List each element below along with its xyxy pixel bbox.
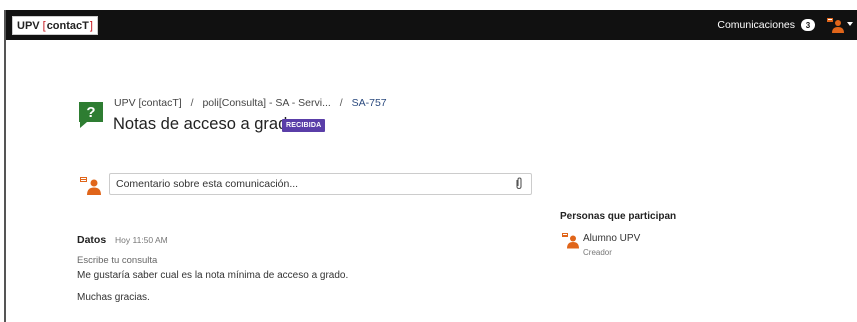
breadcrumb-separator: / <box>190 97 194 109</box>
paperclip-icon[interactable] <box>514 177 524 190</box>
participant-role: Creador <box>583 248 612 257</box>
comment-input[interactable] <box>109 173 532 195</box>
top-bar: UPV [ contacT ] Comunicaciones 3 <box>6 10 857 40</box>
message-time: Hoy 11:50 AM <box>115 235 168 245</box>
communications-link[interactable]: Comunicaciones <box>717 19 795 31</box>
communications-count-badge[interactable]: 3 <box>801 19 815 31</box>
svg-text:?: ? <box>86 104 95 121</box>
participants-title: Personas que participan <box>560 211 677 222</box>
message-author: Datos <box>77 234 107 246</box>
logo-bracket-close: ] <box>89 19 93 32</box>
question-icon: ? <box>79 102 103 128</box>
status-badge: RECIBIDA <box>282 119 326 132</box>
logo-upv: UPV <box>17 19 40 32</box>
app-frame: UPV [ contacT ] Comunicaciones 3 ? UPV [… <box>4 10 857 322</box>
logo[interactable]: UPV [ contacT ] <box>12 16 98 35</box>
breadcrumb-item[interactable]: UPV [contacT] <box>114 97 182 109</box>
participant-name[interactable]: Alumno UPV <box>583 233 640 244</box>
breadcrumb: UPV [contacT] / poli[Consulta] - SA - Se… <box>114 97 387 109</box>
page-title: Notas de acceso a grado <box>113 115 297 133</box>
breadcrumb-item-current[interactable]: SA-757 <box>352 97 387 109</box>
user-icon <box>562 233 579 249</box>
message-body-line: Me gustaría saber cual es la nota mínima… <box>77 270 349 281</box>
caret-down-icon[interactable] <box>847 22 853 26</box>
user-icon <box>80 177 101 195</box>
logo-bracket-open: [ <box>42 19 46 32</box>
breadcrumb-separator: / <box>339 97 343 109</box>
message-subject: Escribe tu consulta <box>77 255 158 266</box>
logo-name: contacT <box>46 19 89 32</box>
breadcrumb-item[interactable]: poli[Consulta] - SA - Servi... <box>202 97 330 109</box>
user-icon[interactable] <box>827 16 845 34</box>
message-body-line: Muchas gracias. <box>77 292 150 303</box>
